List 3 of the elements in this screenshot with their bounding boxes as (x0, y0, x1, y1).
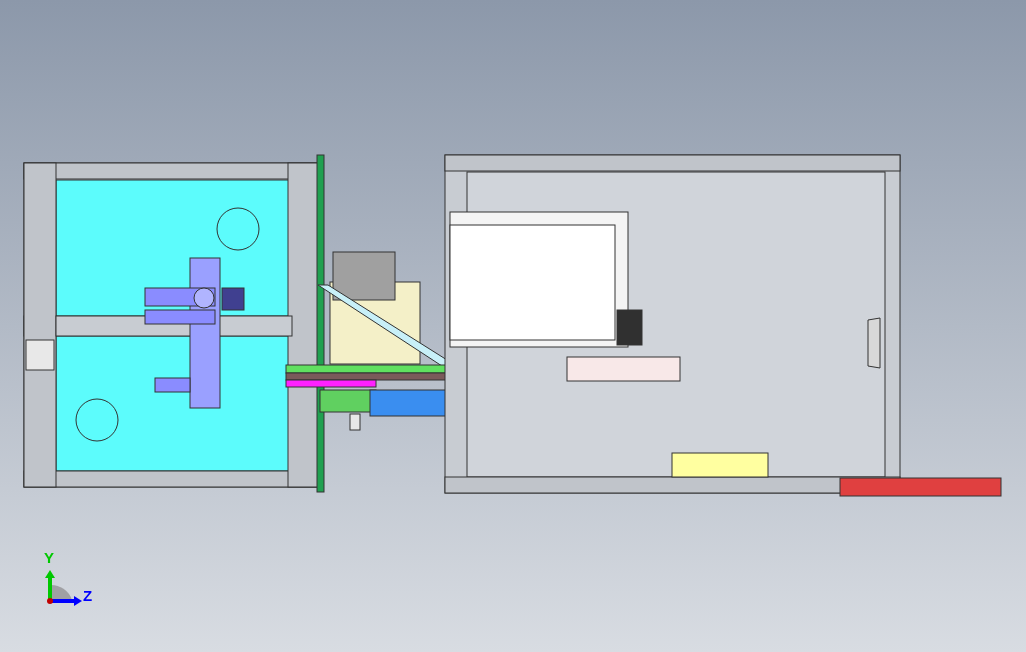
y-axis-label: Y (44, 550, 54, 565)
z-axis-label: Z (83, 588, 93, 603)
axis-triad-icon (45, 570, 82, 606)
